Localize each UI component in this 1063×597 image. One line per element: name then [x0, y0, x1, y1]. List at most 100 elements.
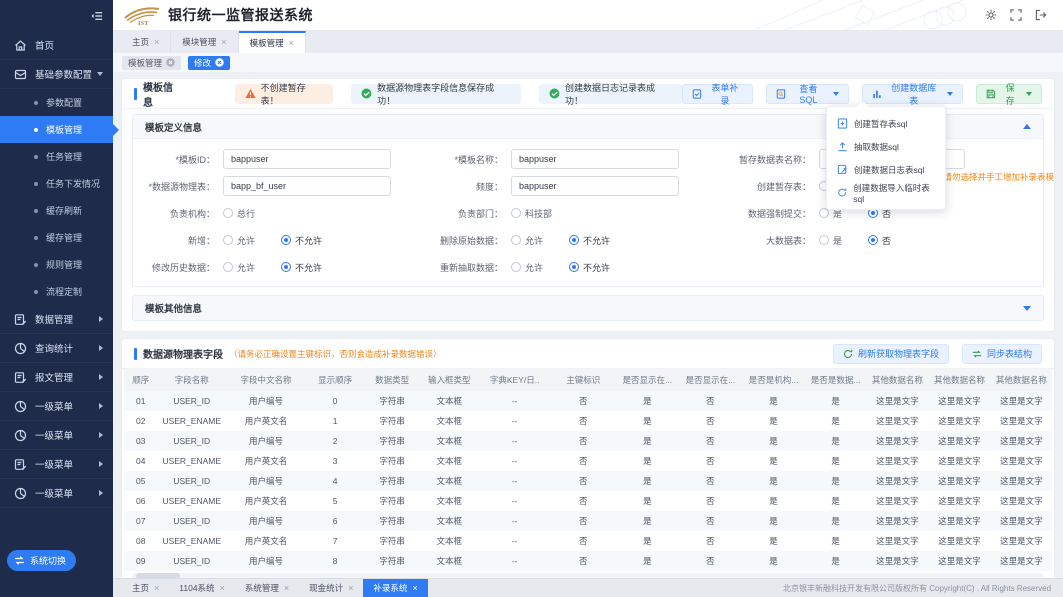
sidebar-item-home[interactable]: 首页 — [0, 31, 113, 60]
close-icon[interactable]: × — [289, 38, 294, 48]
bullet-icon — [34, 209, 38, 213]
table-row[interactable]: 06 USER_ENAME 用户英文名 5 字符串 文本框 -- 否 是 否 是… — [124, 491, 1052, 511]
sidebar-item-level1-menu-3[interactable]: 一级菜单 — [0, 450, 113, 479]
tab-template-mgmt[interactable]: 模板管理× — [239, 31, 306, 53]
sidebar-item-template-mgmt[interactable]: 模板管理 — [0, 116, 113, 143]
gear-icon[interactable] — [985, 9, 997, 21]
form-entry-button[interactable]: 表单补录 — [682, 84, 753, 104]
sidebar-item-query-stats[interactable]: 查询统计 — [0, 334, 113, 363]
bottom-tab-system-mgmt[interactable]: 系统管理× — [235, 579, 299, 597]
close-icon[interactable]: × — [348, 583, 353, 593]
table-row[interactable]: 08 USER_ENAME 用户英文名 7 字符串 文本框 -- 否 是 否 是… — [124, 531, 1052, 551]
sidebar-item-label: 一级菜单 — [35, 486, 73, 500]
menu-item-create-import-temp-table-sql[interactable]: 创建数据导入临时表sql — [827, 181, 945, 204]
fullscreen-icon[interactable] — [1010, 9, 1022, 21]
cell-is-data: 是 — [805, 511, 866, 531]
menu-item-create-log-table-sql[interactable]: 创建数据日志表sql — [827, 158, 945, 181]
breadcrumb-chip-edit[interactable]: 修改 — [188, 56, 230, 70]
sidebar-item-label: 参数配置 — [46, 96, 82, 109]
tab-module-mgmt[interactable]: 模块管理× — [171, 31, 238, 53]
radio-no[interactable]: 否 — [868, 234, 891, 247]
logout-icon[interactable] — [1035, 9, 1047, 21]
cell-input-type: 文本框 — [420, 411, 478, 431]
cell-cn-name: 用户英文名 — [226, 531, 306, 551]
template-name-input[interactable] — [511, 149, 679, 169]
view-sql-button[interactable]: 查看SQL — [766, 84, 849, 104]
cell-other-1: 这里是文字 — [866, 391, 928, 411]
radio-icon — [281, 235, 291, 245]
sidebar-item-param-config[interactable]: 参数配置 — [0, 89, 113, 116]
tab-home[interactable]: 主页× — [121, 31, 171, 53]
fields-table-body: 01 USER_ID 用户编号 0 字符串 文本框 -- 否 是 否 是 是 — [124, 391, 1052, 571]
sidebar-item-data-mgmt[interactable]: 数据管理 — [0, 305, 113, 334]
sidebar-item-task-dispatch[interactable]: 任务下发情况 — [0, 170, 113, 197]
system-switch-button[interactable]: 系统切换 — [7, 550, 76, 571]
close-icon[interactable]: × — [284, 583, 289, 593]
close-icon[interactable]: × — [154, 37, 159, 47]
cell-primary-key: 否 — [551, 451, 616, 471]
cell-other-2: 这里是文字 — [928, 471, 990, 491]
sidebar-item-rule-mgmt[interactable]: 规则管理 — [0, 251, 113, 278]
bottom-tab-cash-stats[interactable]: 现金统计× — [299, 579, 363, 597]
sidebar-item-report-mgmt[interactable]: 报文管理 — [0, 363, 113, 392]
check-circle-icon — [361, 88, 372, 99]
sidebar-item-base-config[interactable]: 基础参数配置 — [0, 60, 113, 89]
field-delete-origin: 删除原始数据： 允许 不允许 — [407, 229, 707, 251]
radio-disallow[interactable]: 不允许 — [569, 261, 610, 274]
sidebar-item-level1-menu-4[interactable]: 一级菜单 — [0, 479, 113, 508]
table-row[interactable]: 07 USER_ID 用户编号 6 字符串 文本框 -- 否 是 否 是 是 — [124, 511, 1052, 531]
table-row[interactable]: 09 USER_ID 用户编号 8 字符串 文本框 -- 否 是 否 是 是 — [124, 551, 1052, 571]
doc-search-icon — [776, 89, 786, 99]
bottom-tab-supplement-system[interactable]: 补录系统× — [363, 579, 427, 597]
template-id-input[interactable] — [223, 149, 391, 169]
close-icon[interactable]: × — [221, 37, 226, 47]
collapse-icon[interactable] — [1023, 124, 1031, 129]
save-button[interactable]: 保存 — [976, 84, 1042, 104]
menu-item-create-staging-sql[interactable]: 创建暂存表sql — [827, 112, 945, 135]
close-circle-icon[interactable] — [215, 58, 224, 67]
table-row[interactable]: 01 USER_ID 用户编号 0 字符串 文本框 -- 否 是 否 是 是 — [124, 391, 1052, 411]
bottom-tab-home[interactable]: 主页× — [122, 579, 169, 597]
close-icon[interactable]: × — [412, 583, 417, 593]
chevron-right-icon — [99, 374, 103, 380]
radio-disallow[interactable]: 不允许 — [281, 261, 322, 274]
close-icon[interactable]: × — [220, 583, 225, 593]
bottom-tab-1104[interactable]: 1104系统× — [169, 579, 235, 597]
radio-disallow[interactable]: 不允许 — [569, 234, 610, 247]
cell-primary-key: 否 — [551, 471, 616, 491]
frequency-input[interactable] — [511, 176, 679, 196]
close-circle-icon[interactable] — [166, 58, 175, 67]
radio-disallow[interactable]: 不允许 — [281, 234, 322, 247]
cell-other-3: 这里是文字 — [991, 431, 1052, 451]
cell-primary-key: 否 — [551, 431, 616, 451]
sidebar-item-process-custom[interactable]: 流程定制 — [0, 278, 113, 305]
table-row[interactable]: 05 USER_ID 用户编号 4 字符串 文本框 -- 否 是 否 是 是 — [124, 471, 1052, 491]
table-row[interactable]: 03 USER_ID 用户编号 2 字符串 文本框 -- 否 是 否 是 是 — [124, 431, 1052, 451]
sidebar-item-level1-menu-1[interactable]: 一级菜单 — [0, 392, 113, 421]
sidebar-item-level1-menu-2[interactable]: 一级菜单 — [0, 421, 113, 450]
cell-display-order: 4 — [306, 471, 364, 491]
collapse-menu-icon[interactable] — [91, 10, 103, 22]
create-db-table-button[interactable]: 创建数据库表 — [862, 84, 963, 104]
close-icon[interactable]: × — [154, 583, 159, 593]
refresh-fields-button[interactable]: 刷新获取物理表字段 — [833, 344, 949, 364]
radio-yes[interactable]: 是 — [819, 234, 842, 247]
table-row[interactable]: 02 USER_ENAME 用户英文名 1 字符串 文本框 -- 否 是 否 是… — [124, 411, 1052, 431]
radio-head-office[interactable]: 总行 — [223, 207, 255, 220]
sidebar-item-task-mgmt[interactable]: 任务管理 — [0, 143, 113, 170]
table-row[interactable]: 04 USER_ENAME 用户英文名 3 字符串 文本框 -- 否 是 否 是… — [124, 451, 1052, 471]
breadcrumb-chip-template-mgmt[interactable]: 模板管理 — [122, 56, 181, 70]
sidebar-item-cache-mgmt[interactable]: 缓存管理 — [0, 224, 113, 251]
radio-allow[interactable]: 允许 — [511, 234, 543, 247]
source-table-input[interactable] — [223, 176, 391, 196]
expand-icon[interactable] — [1023, 306, 1031, 311]
sidebar-item-cache-refresh[interactable]: 缓存刷新 — [0, 197, 113, 224]
radio-allow[interactable]: 允许 — [223, 234, 255, 247]
cell-order: 07 — [124, 511, 157, 531]
radio-allow[interactable]: 允许 — [511, 261, 543, 274]
sync-structure-button[interactable]: 同步表结构 — [962, 344, 1042, 364]
cell-show-in-2: 否 — [679, 511, 742, 531]
radio-allow[interactable]: 允许 — [223, 261, 255, 274]
menu-item-extract-data-sql[interactable]: 抽取数据sql — [827, 135, 945, 158]
radio-tech-dept[interactable]: 科技部 — [511, 207, 552, 220]
